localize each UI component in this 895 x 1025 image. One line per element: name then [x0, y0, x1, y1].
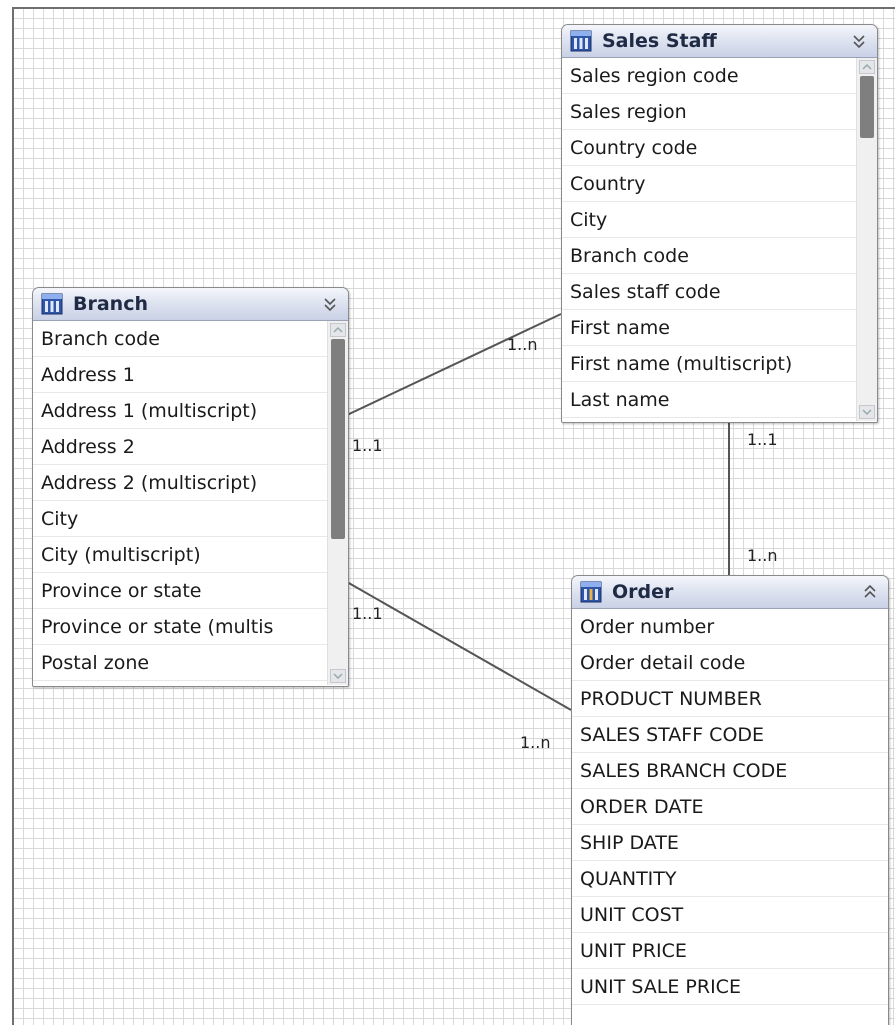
- field-row[interactable]: Last name: [562, 382, 857, 418]
- field-list: Order number Order detail code PRODUCT N…: [572, 609, 888, 1005]
- scroll-down-arrow-icon[interactable]: [859, 405, 875, 419]
- field-row[interactable]: SHIP DATE: [572, 825, 888, 861]
- scroll-up-arrow-icon[interactable]: [859, 60, 875, 74]
- table-icon: [580, 581, 602, 603]
- entity-title: Order: [612, 581, 674, 603]
- chevron-double-up-icon[interactable]: [862, 583, 878, 601]
- field-row[interactable]: PRODUCT NUMBER: [572, 681, 888, 717]
- field-row[interactable]: UNIT PRICE: [572, 933, 888, 969]
- entity-header[interactable]: Order: [572, 576, 888, 609]
- field-row[interactable]: Branch code: [562, 238, 857, 274]
- field-row[interactable]: City (multiscript): [33, 537, 328, 573]
- field-row[interactable]: Address 2 (multiscript): [33, 465, 328, 501]
- entity-order[interactable]: Order Order number Order detail code PRO…: [571, 575, 889, 1025]
- entity-header[interactable]: Branch: [33, 288, 348, 321]
- cardinality-label: 1..1: [747, 430, 778, 449]
- cardinality-label: 1..n: [747, 546, 778, 565]
- field-list: Sales region code Sales region Country c…: [562, 58, 857, 418]
- relationship-line-branch-sales-staff[interactable]: [346, 313, 562, 416]
- field-row[interactable]: Address 1 (multiscript): [33, 393, 328, 429]
- field-row[interactable]: City: [33, 501, 328, 537]
- field-row[interactable]: Sales staff code: [562, 274, 857, 310]
- entity-title: Branch: [73, 293, 148, 315]
- field-row[interactable]: Province or state (multis: [33, 609, 328, 645]
- field-row[interactable]: First name: [562, 310, 857, 346]
- field-row[interactable]: Sales region code: [562, 58, 857, 94]
- field-row[interactable]: UNIT SALE PRICE: [572, 969, 888, 1005]
- entity-fields: Sales region code Sales region Country c…: [562, 58, 877, 421]
- cardinality-label: 1..1: [352, 604, 383, 623]
- field-row[interactable]: Postal zone: [33, 645, 328, 681]
- table-icon: [41, 293, 63, 315]
- entity-sales-staff[interactable]: Sales Staff Sales region code Sales regi…: [561, 24, 878, 423]
- field-row[interactable]: City: [562, 202, 857, 238]
- field-row[interactable]: Order number: [572, 609, 888, 645]
- relationship-line-branch-order[interactable]: [346, 581, 572, 711]
- entity-title: Sales Staff: [602, 30, 717, 52]
- scroll-thumb[interactable]: [331, 339, 345, 539]
- scroll-thumb[interactable]: [860, 76, 874, 138]
- entity-branch[interactable]: Branch Branch code Address 1 Address 1 (…: [32, 287, 349, 687]
- cardinality-label: 1..n: [520, 733, 551, 752]
- entity-fields: Order number Order detail code PRODUCT N…: [572, 609, 888, 1025]
- field-row[interactable]: SALES BRANCH CODE: [572, 753, 888, 789]
- chevron-double-down-icon[interactable]: [851, 32, 867, 50]
- field-row[interactable]: SALES STAFF CODE: [572, 717, 888, 753]
- field-row[interactable]: Province or state: [33, 573, 328, 609]
- chevron-double-down-icon[interactable]: [322, 295, 338, 313]
- field-row[interactable]: Address 2: [33, 429, 328, 465]
- field-list: Branch code Address 1 Address 1 (multisc…: [33, 321, 328, 681]
- scroll-up-arrow-icon[interactable]: [330, 323, 346, 337]
- field-row[interactable]: Country code: [562, 130, 857, 166]
- field-row[interactable]: Order detail code: [572, 645, 888, 681]
- vertical-scrollbar[interactable]: [327, 321, 348, 685]
- field-row[interactable]: Address 1: [33, 357, 328, 393]
- field-row[interactable]: ORDER DATE: [572, 789, 888, 825]
- field-row[interactable]: UNIT COST: [572, 897, 888, 933]
- scroll-down-arrow-icon[interactable]: [330, 669, 346, 683]
- cardinality-label: 1..n: [507, 335, 538, 354]
- field-row[interactable]: First name (multiscript): [562, 346, 857, 382]
- diagram-canvas[interactable]: 1..n 1..1 1..1 1..n 1..1 1..n Branch Bra…: [12, 7, 895, 1025]
- field-row[interactable]: Branch code: [33, 321, 328, 357]
- vertical-scrollbar[interactable]: [856, 58, 877, 421]
- field-row[interactable]: Country: [562, 166, 857, 202]
- entity-fields: Branch code Address 1 Address 1 (multisc…: [33, 321, 348, 685]
- field-row[interactable]: Sales region: [562, 94, 857, 130]
- field-row[interactable]: QUANTITY: [572, 861, 888, 897]
- table-icon: [570, 30, 592, 52]
- cardinality-label: 1..1: [352, 436, 383, 455]
- entity-header[interactable]: Sales Staff: [562, 25, 877, 58]
